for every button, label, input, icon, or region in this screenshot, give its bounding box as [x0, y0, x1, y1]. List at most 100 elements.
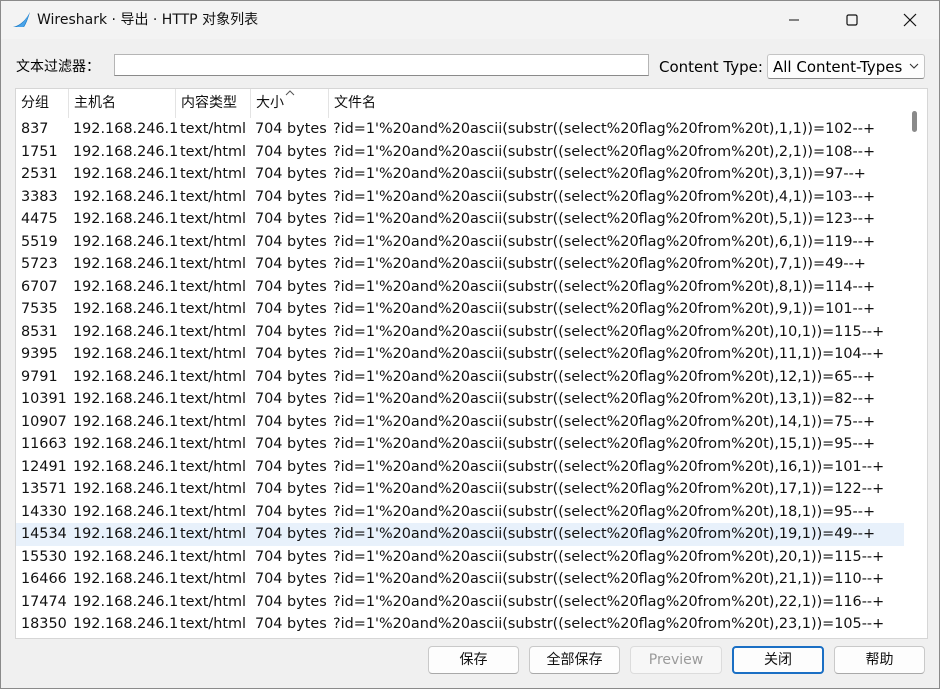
cell-host: 192.168.246.1 — [73, 616, 177, 632]
cell-group: 16466 — [21, 571, 67, 587]
table-row[interactable]: 837 192.168.246.1 text/html 704 bytes ?id=1'… — [16, 118, 904, 141]
cell-size: 704 bytes — [255, 526, 327, 542]
content-type-select[interactable]: All Content-Types — [767, 54, 925, 79]
table-row[interactable]: 8531 192.168.246.1 text/html 704 bytes ?id=1… — [16, 321, 904, 344]
table-row[interactable]: 17474 192.168.246.1 text/html 704 bytes ?id=… — [16, 591, 904, 614]
table-row[interactable]: 2531 192.168.246.1 text/html 704 bytes ?id=1… — [16, 163, 904, 186]
table-row[interactable]: 6707 192.168.246.1 text/html 704 bytes ?id=1… — [16, 276, 904, 299]
content-type-label: Content Type: — [659, 58, 763, 76]
cell-group: 11663 — [21, 436, 67, 452]
table-row[interactable]: 15530 192.168.246.1 text/html 704 bytes ?id=… — [16, 546, 904, 569]
cell-filename: ?id=1'%20and%20ascii(substr((select%20fl… — [333, 458, 885, 475]
table-row[interactable]: 5723 192.168.246.1 text/html 704 bytes ?id=1… — [16, 253, 904, 276]
cell-size: 704 bytes — [255, 413, 327, 430]
table-row[interactable]: 14330 192.168.246.1 text/html 704 bytes ?id=… — [16, 501, 904, 524]
maximize-button[interactable] — [823, 1, 881, 39]
cell-host: 192.168.246.1 — [73, 188, 177, 205]
text-filter-input[interactable] — [114, 54, 649, 76]
scrollbar-thumb[interactable] — [912, 111, 917, 132]
chevron-down-icon — [909, 63, 919, 69]
cell-content-type: text/html — [180, 346, 247, 362]
cell-content-type: text/html — [180, 256, 247, 272]
cell-host: 192.168.246.1 — [73, 481, 177, 497]
cell-host: 192.168.246.1 — [73, 458, 177, 475]
cell-size: 704 bytes — [255, 211, 327, 227]
cell-content-type: text/html — [180, 458, 247, 475]
table-row[interactable]: 5519 192.168.246.1 text/html 704 bytes ?id=1… — [16, 231, 904, 254]
cell-size: 704 bytes — [255, 121, 327, 137]
cell-group: 18350 — [21, 616, 67, 632]
table-row[interactable]: 13571 192.168.246.1 text/html 704 bytes ?id=… — [16, 478, 904, 501]
cell-filename: ?id=1'%20and%20ascii(substr((select%20fl… — [333, 436, 875, 452]
table-row[interactable]: 11663 192.168.246.1 text/html 704 bytes ?id=… — [16, 433, 904, 456]
cell-group: 8531 — [21, 323, 58, 340]
cell-host: 192.168.246.1 — [73, 571, 177, 587]
minimize-button[interactable] — [765, 1, 823, 39]
cell-size: 704 bytes — [255, 323, 327, 340]
cell-size: 704 bytes — [255, 436, 327, 452]
cell-filename: ?id=1'%20and%20ascii(substr((select%20fl… — [333, 323, 885, 340]
cell-group: 13571 — [21, 481, 67, 497]
table-row[interactable]: 9791 192.168.246.1 text/html 704 bytes ?id=1… — [16, 366, 904, 389]
cell-group: 10391 — [21, 391, 67, 407]
close-window-button[interactable] — [881, 1, 939, 39]
cell-filename: ?id=1'%20and%20ascii(substr((select%20fl… — [333, 503, 875, 520]
cell-group: 6707 — [21, 278, 58, 295]
cell-group: 2531 — [21, 166, 58, 182]
vertical-scrollbar[interactable] — [904, 89, 926, 638]
http-object-list-window: Wireshark · 导出 · HTTP 对象列表 文本过滤器： Conten… — [0, 0, 940, 689]
table-row[interactable]: 18350 192.168.246.1 text/html 704 bytes ?id=… — [16, 613, 904, 636]
close-button[interactable]: 关闭 — [732, 646, 824, 674]
cell-size: 704 bytes — [255, 143, 327, 160]
table-row[interactable]: 7535 192.168.246.1 text/html 704 bytes ?id=1… — [16, 298, 904, 321]
cell-content-type: text/html — [180, 391, 247, 407]
cell-filename: ?id=1'%20and%20ascii(substr((select%20fl… — [333, 593, 885, 610]
cell-host: 192.168.246.1 — [73, 346, 177, 362]
table-row[interactable]: 4475 192.168.246.1 text/html 704 bytes ?id=1… — [16, 208, 904, 231]
table-header: 分组 主机名 内容类型 大小 文件名 — [16, 89, 904, 118]
cell-size: 704 bytes — [255, 616, 327, 632]
cell-content-type: text/html — [180, 481, 247, 497]
table-row[interactable]: 3383 192.168.246.1 text/html 704 bytes ?id=1… — [16, 186, 904, 209]
cell-host: 192.168.246.1 — [73, 436, 177, 452]
cell-filename: ?id=1'%20and%20ascii(substr((select%20fl… — [333, 301, 875, 317]
column-header-filename[interactable]: 文件名 — [329, 89, 904, 118]
column-header-group[interactable]: 分组 — [16, 89, 69, 118]
cell-filename: ?id=1'%20and%20ascii(substr((select%20fl… — [333, 188, 875, 205]
cell-group: 12491 — [21, 458, 67, 475]
close-icon — [903, 13, 917, 27]
save-all-button[interactable]: 全部保存 — [529, 646, 620, 674]
table-row[interactable]: 1751 192.168.246.1 text/html 704 bytes ?id=1… — [16, 141, 904, 164]
table-row[interactable]: 16466 192.168.246.1 text/html 704 bytes ?id=… — [16, 568, 904, 591]
preview-button[interactable]: Preview — [630, 646, 722, 674]
cell-host: 192.168.246.1 — [73, 256, 177, 272]
cell-filename: ?id=1'%20and%20ascii(substr((select%20fl… — [333, 616, 885, 632]
help-button[interactable]: 帮助 — [834, 646, 925, 674]
cell-host: 192.168.246.1 — [73, 301, 177, 317]
cell-group: 1751 — [21, 143, 58, 160]
cell-content-type: text/html — [180, 143, 247, 160]
column-header-host[interactable]: 主机名 — [69, 89, 176, 118]
cell-size: 704 bytes — [255, 481, 327, 497]
cell-size: 704 bytes — [255, 256, 327, 272]
table-row[interactable]: 14534 192.168.246.1 text/html 704 bytes ?id=… — [16, 523, 904, 546]
cell-size: 704 bytes — [255, 593, 327, 610]
table-row[interactable]: 9395 192.168.246.1 text/html 704 bytes ?id=1… — [16, 343, 904, 366]
cell-host: 192.168.246.1 — [73, 278, 177, 295]
http-objects-table: 分组 主机名 内容类型 大小 文件名 837 192.168.246.1 text/… — [15, 88, 928, 639]
table-row[interactable]: 12491 192.168.246.1 text/html 704 bytes ?id=… — [16, 456, 904, 479]
column-header-content-type[interactable]: 内容类型 — [176, 89, 251, 118]
table-row[interactable]: 10391 192.168.246.1 text/html 704 bytes ?id=… — [16, 388, 904, 411]
cell-size: 704 bytes — [255, 346, 327, 362]
cell-content-type: text/html — [180, 278, 247, 295]
table-row[interactable]: 10907 192.168.246.1 text/html 704 bytes ?id=… — [16, 411, 904, 434]
cell-filename: ?id=1'%20and%20ascii(substr((select%20fl… — [333, 571, 885, 587]
save-button[interactable]: 保存 — [428, 646, 519, 674]
cell-host: 192.168.246.1 — [73, 526, 177, 542]
cell-filename: ?id=1'%20and%20ascii(substr((select%20fl… — [333, 413, 875, 430]
cell-group: 9395 — [21, 346, 58, 362]
cell-group: 14534 — [21, 526, 67, 542]
cell-size: 704 bytes — [255, 548, 327, 565]
cell-size: 704 bytes — [255, 233, 327, 250]
cell-content-type: text/html — [180, 211, 247, 227]
